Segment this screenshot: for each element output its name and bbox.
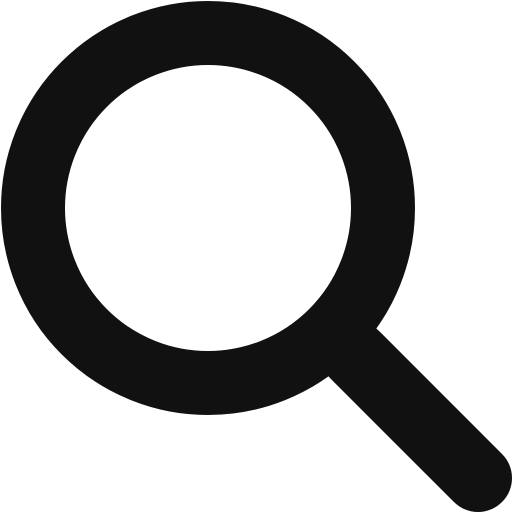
search-lens [1,1,415,415]
search-icon[interactable] [0,0,512,512]
search-icon-graphic [1,1,512,512]
search-handle [321,321,512,512]
icon-canvas [0,0,512,512]
